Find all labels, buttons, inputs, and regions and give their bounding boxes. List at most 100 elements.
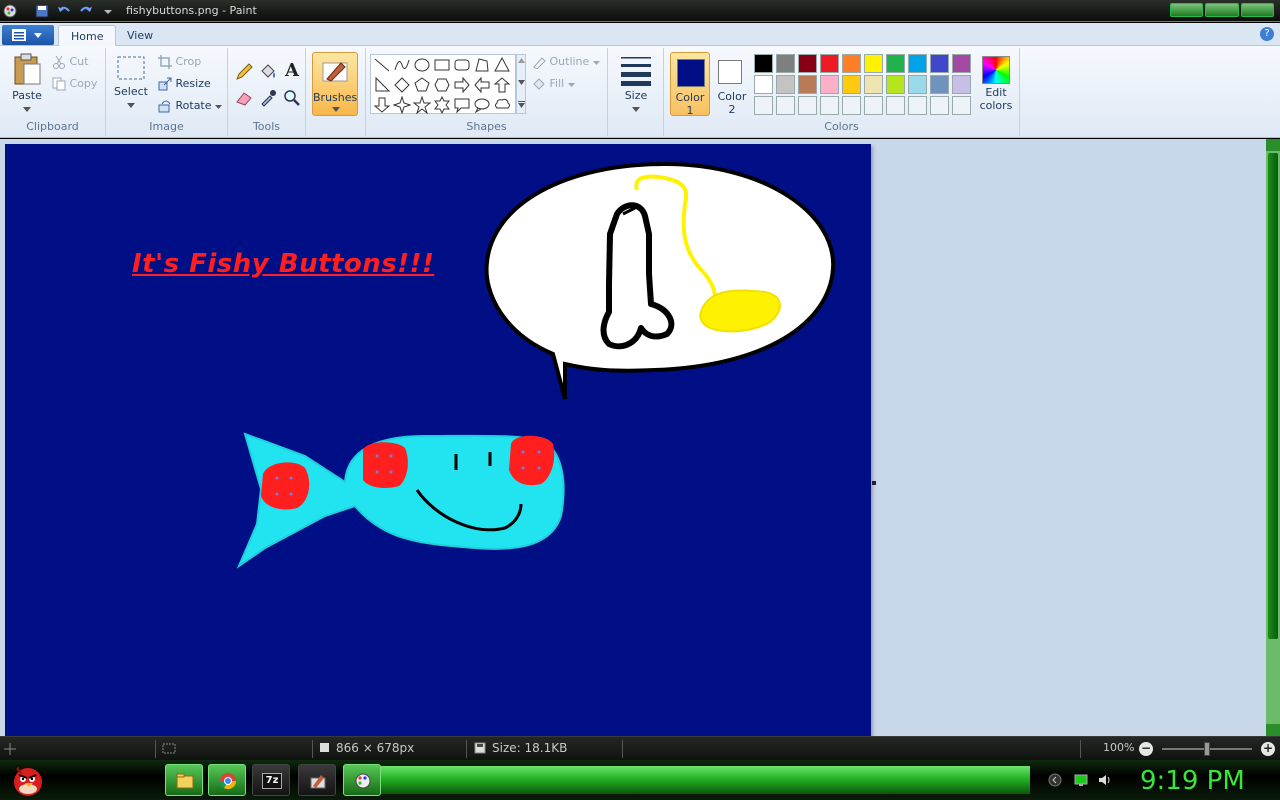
rounded-rectangle-shape-icon[interactable] — [453, 56, 471, 74]
palette-swatch[interactable] — [952, 75, 971, 94]
save-icon[interactable] — [34, 3, 50, 19]
chevron-down-icon[interactable] — [518, 80, 525, 85]
zoom-slider-thumb[interactable] — [1204, 742, 1210, 756]
palette-swatch[interactable] — [930, 75, 949, 94]
paint-app-icon[interactable] — [2, 3, 18, 19]
palette-custom-swatch[interactable] — [842, 96, 861, 115]
paint-menu-button[interactable] — [2, 25, 54, 45]
show-hidden-icons-icon[interactable] — [1048, 773, 1062, 787]
right-arrow-shape-icon[interactable] — [453, 76, 471, 94]
palette-swatch[interactable] — [952, 54, 971, 73]
left-arrow-shape-icon[interactable] — [473, 76, 491, 94]
scrollbar-thumb[interactable] — [1268, 153, 1278, 639]
help-icon[interactable]: ? — [1260, 27, 1274, 41]
palette-swatch[interactable] — [820, 54, 839, 73]
taskbar-chrome[interactable] — [208, 764, 246, 796]
volume-icon[interactable] — [1098, 773, 1112, 787]
outline-button[interactable]: Outline — [532, 53, 600, 71]
triangle-shape-icon[interactable] — [493, 56, 511, 74]
right-triangle-shape-icon[interactable] — [373, 76, 391, 94]
taskbar-clock[interactable]: 9:19 PM — [1140, 766, 1245, 796]
scroll-down-arrow[interactable] — [1266, 724, 1280, 736]
pentagon-shape-icon[interactable] — [413, 76, 431, 94]
palette-swatch[interactable] — [798, 75, 817, 94]
chevron-up-icon[interactable] — [518, 58, 525, 63]
cloud-callout-shape-icon[interactable] — [493, 96, 511, 114]
color1-button[interactable]: Color 1 — [670, 52, 710, 117]
palette-custom-swatch[interactable] — [886, 96, 905, 115]
redo-icon[interactable] — [78, 3, 94, 19]
start-button-angry-bird-icon[interactable] — [6, 762, 46, 798]
vertical-scrollbar[interactable] — [1266, 139, 1280, 736]
palette-custom-swatch[interactable] — [754, 96, 773, 115]
size-button[interactable]: Size — [616, 52, 656, 116]
palette-swatch[interactable] — [886, 54, 905, 73]
diamond-shape-icon[interactable] — [393, 76, 411, 94]
customize-quick-access-icon[interactable] — [100, 3, 116, 19]
brushes-button[interactable]: Brushes — [312, 52, 358, 116]
oval-callout-shape-icon[interactable] — [473, 96, 491, 114]
taskbar-paint-shop[interactable] — [298, 764, 336, 796]
palette-swatch[interactable] — [754, 75, 773, 94]
drawing-canvas[interactable]: It's Fishy Buttons!!! — [5, 144, 871, 736]
scroll-up-arrow[interactable] — [1266, 139, 1280, 151]
down-arrow-shape-icon[interactable] — [373, 96, 391, 114]
color-picker-icon[interactable] — [258, 88, 278, 108]
zoom-in-button[interactable]: + — [1261, 742, 1275, 756]
taskbar-7zip[interactable]: 7z — [252, 764, 290, 796]
palette-swatch[interactable] — [864, 75, 883, 94]
polygon-shape-icon[interactable] — [473, 56, 491, 74]
crop-button[interactable]: Crop — [158, 53, 201, 71]
up-arrow-shape-icon[interactable] — [493, 76, 511, 94]
hexagon-shape-icon[interactable] — [433, 76, 451, 94]
eraser-icon[interactable] — [234, 88, 254, 108]
palette-custom-swatch[interactable] — [908, 96, 927, 115]
five-point-star-shape-icon[interactable] — [413, 96, 431, 114]
canvas-resize-handle[interactable] — [872, 481, 876, 485]
palette-swatch[interactable] — [930, 54, 949, 73]
palette-swatch[interactable] — [842, 54, 861, 73]
rotate-button[interactable]: Rotate — [158, 97, 223, 115]
rectangle-shape-icon[interactable] — [433, 56, 451, 74]
resize-button[interactable]: Resize — [158, 75, 211, 93]
palette-custom-swatch[interactable] — [798, 96, 817, 115]
pencil-icon[interactable] — [234, 62, 254, 82]
palette-swatch[interactable] — [798, 54, 817, 73]
taskbar-paint[interactable] — [343, 764, 381, 796]
copy-button[interactable]: Copy — [52, 75, 97, 93]
palette-custom-swatch[interactable] — [952, 96, 971, 115]
tab-view[interactable]: View — [115, 25, 165, 47]
gallery-expand-icon[interactable] — [518, 101, 525, 108]
palette-swatch[interactable] — [776, 54, 795, 73]
palette-swatch[interactable] — [776, 75, 795, 94]
taskbar-explorer[interactable] — [165, 764, 203, 796]
zoom-out-button[interactable]: − — [1139, 742, 1153, 756]
magnifier-icon[interactable] — [282, 88, 302, 108]
text-tool-icon[interactable]: A — [282, 60, 302, 82]
palette-swatch[interactable] — [754, 54, 773, 73]
curve-shape-icon[interactable] — [393, 56, 411, 74]
palette-custom-swatch[interactable] — [776, 96, 795, 115]
fill-button[interactable]: Fill — [532, 75, 575, 93]
palette-custom-swatch[interactable] — [864, 96, 883, 115]
line-shape-icon[interactable] — [373, 56, 391, 74]
tab-home[interactable]: Home — [58, 25, 117, 47]
palette-custom-swatch[interactable] — [930, 96, 949, 115]
palette-swatch[interactable] — [820, 75, 839, 94]
fill-bucket-icon[interactable] — [258, 62, 278, 82]
close-button[interactable] — [1240, 3, 1274, 17]
palette-swatch[interactable] — [886, 75, 905, 94]
maximize-button[interactable] — [1205, 3, 1239, 17]
palette-swatch[interactable] — [864, 54, 883, 73]
oval-shape-icon[interactable] — [413, 56, 431, 74]
palette-swatch[interactable] — [842, 75, 861, 94]
four-point-star-shape-icon[interactable] — [393, 96, 411, 114]
undo-icon[interactable] — [56, 3, 72, 19]
network-icon[interactable] — [1074, 773, 1088, 787]
palette-custom-swatch[interactable] — [820, 96, 839, 115]
palette-swatch[interactable] — [908, 54, 927, 73]
edit-colors-button[interactable]: Edit colors — [976, 54, 1016, 118]
six-point-star-shape-icon[interactable] — [433, 96, 451, 114]
cut-button[interactable]: Cut — [52, 53, 88, 71]
minimize-button[interactable] — [1170, 3, 1204, 17]
